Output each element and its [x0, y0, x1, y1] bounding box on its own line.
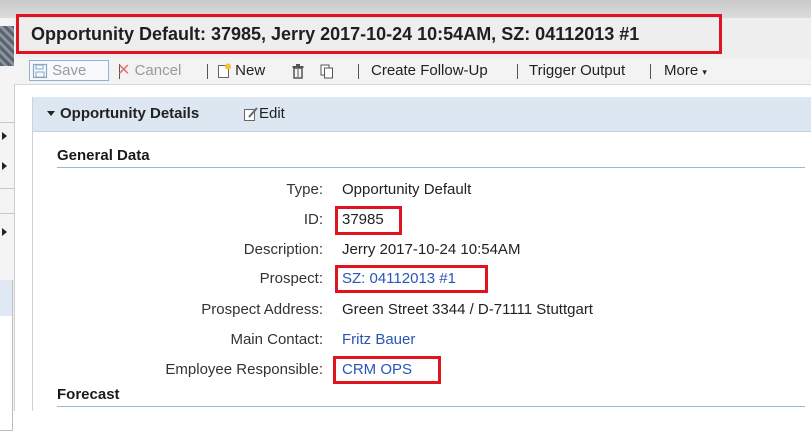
- new-document-icon: [218, 63, 231, 79]
- more-menu-button[interactable]: More ▾: [664, 58, 707, 84]
- toolbar-separator: [517, 64, 518, 79]
- field-label: Prospect:: [259, 270, 323, 287]
- delete-button[interactable]: [292, 58, 304, 84]
- trash-icon: [292, 63, 304, 79]
- left-navigation-collapsed: [0, 18, 15, 431]
- cancel-button[interactable]: ✕ Cancel: [117, 58, 181, 84]
- edit-label: Edit: [259, 105, 285, 122]
- field-value: Opportunity Default: [342, 181, 472, 198]
- field-label: Main Contact:: [230, 331, 323, 348]
- nav-divider: [0, 122, 14, 123]
- toolbar-separator: [207, 64, 208, 79]
- copy-button[interactable]: [320, 58, 334, 84]
- copy-icon: [320, 64, 333, 79]
- trigger-output-button[interactable]: Trigger Output: [529, 58, 625, 84]
- create-follow-up-button[interactable]: Create Follow-Up: [371, 58, 488, 84]
- save-button[interactable]: Save: [32, 58, 86, 84]
- highlight-id-box: [335, 206, 402, 235]
- field-label: Type:: [286, 181, 323, 198]
- section-forecast: Forecast: [57, 384, 805, 407]
- new-label: New: [235, 62, 266, 79]
- field-label: Employee Responsible:: [165, 361, 323, 378]
- nav-divider: [0, 188, 14, 189]
- nav-expand-arrow-icon[interactable]: [2, 162, 7, 170]
- edit-button[interactable]: Edit: [243, 97, 285, 131]
- main-contact-link[interactable]: Fritz Bauer: [342, 327, 415, 353]
- panel-header: Opportunity Details Edit: [33, 97, 811, 132]
- panel-title: Opportunity Details: [60, 105, 200, 122]
- collapse-triangle-icon: [47, 110, 55, 116]
- nav-expand-arrow-icon[interactable]: [2, 132, 7, 140]
- more-label: More: [664, 62, 699, 79]
- nav-divider: [0, 213, 14, 214]
- field-value: Green Street 3344 / D-71111 Stuttgart: [342, 301, 593, 318]
- nav-expand-arrow-icon[interactable]: [2, 228, 7, 236]
- x-icon: ✕: [117, 62, 131, 80]
- chevron-down-icon: ▾: [702, 67, 707, 77]
- new-button[interactable]: New: [217, 58, 265, 84]
- toolbar-separator: [650, 64, 651, 79]
- field-label: Description:: [243, 241, 323, 258]
- field-label: ID:: [303, 211, 323, 228]
- field-label: Prospect Address:: [201, 301, 323, 318]
- section-general-data: General Data: [57, 145, 805, 168]
- toolbar: Save ✕ Cancel New Create Follow-Up Trigg…: [14, 58, 811, 85]
- nav-image: [0, 26, 14, 66]
- cancel-label: Cancel: [134, 62, 182, 79]
- floppy-disk-icon: [32, 63, 48, 79]
- nav-panel-header: [0, 280, 12, 316]
- edit-pencil-icon: [244, 107, 258, 122]
- highlight-employee-box: [333, 356, 441, 384]
- save-label: Save: [52, 62, 87, 79]
- page-title: Opportunity Default: 37985, Jerry 2017-1…: [16, 14, 722, 54]
- toolbar-separator: [358, 64, 359, 79]
- panel-collapse-toggle[interactable]: Opportunity Details: [47, 97, 199, 131]
- field-value: Jerry 2017-10-24 10:54AM: [342, 241, 521, 258]
- highlight-prospect-box: [335, 265, 488, 293]
